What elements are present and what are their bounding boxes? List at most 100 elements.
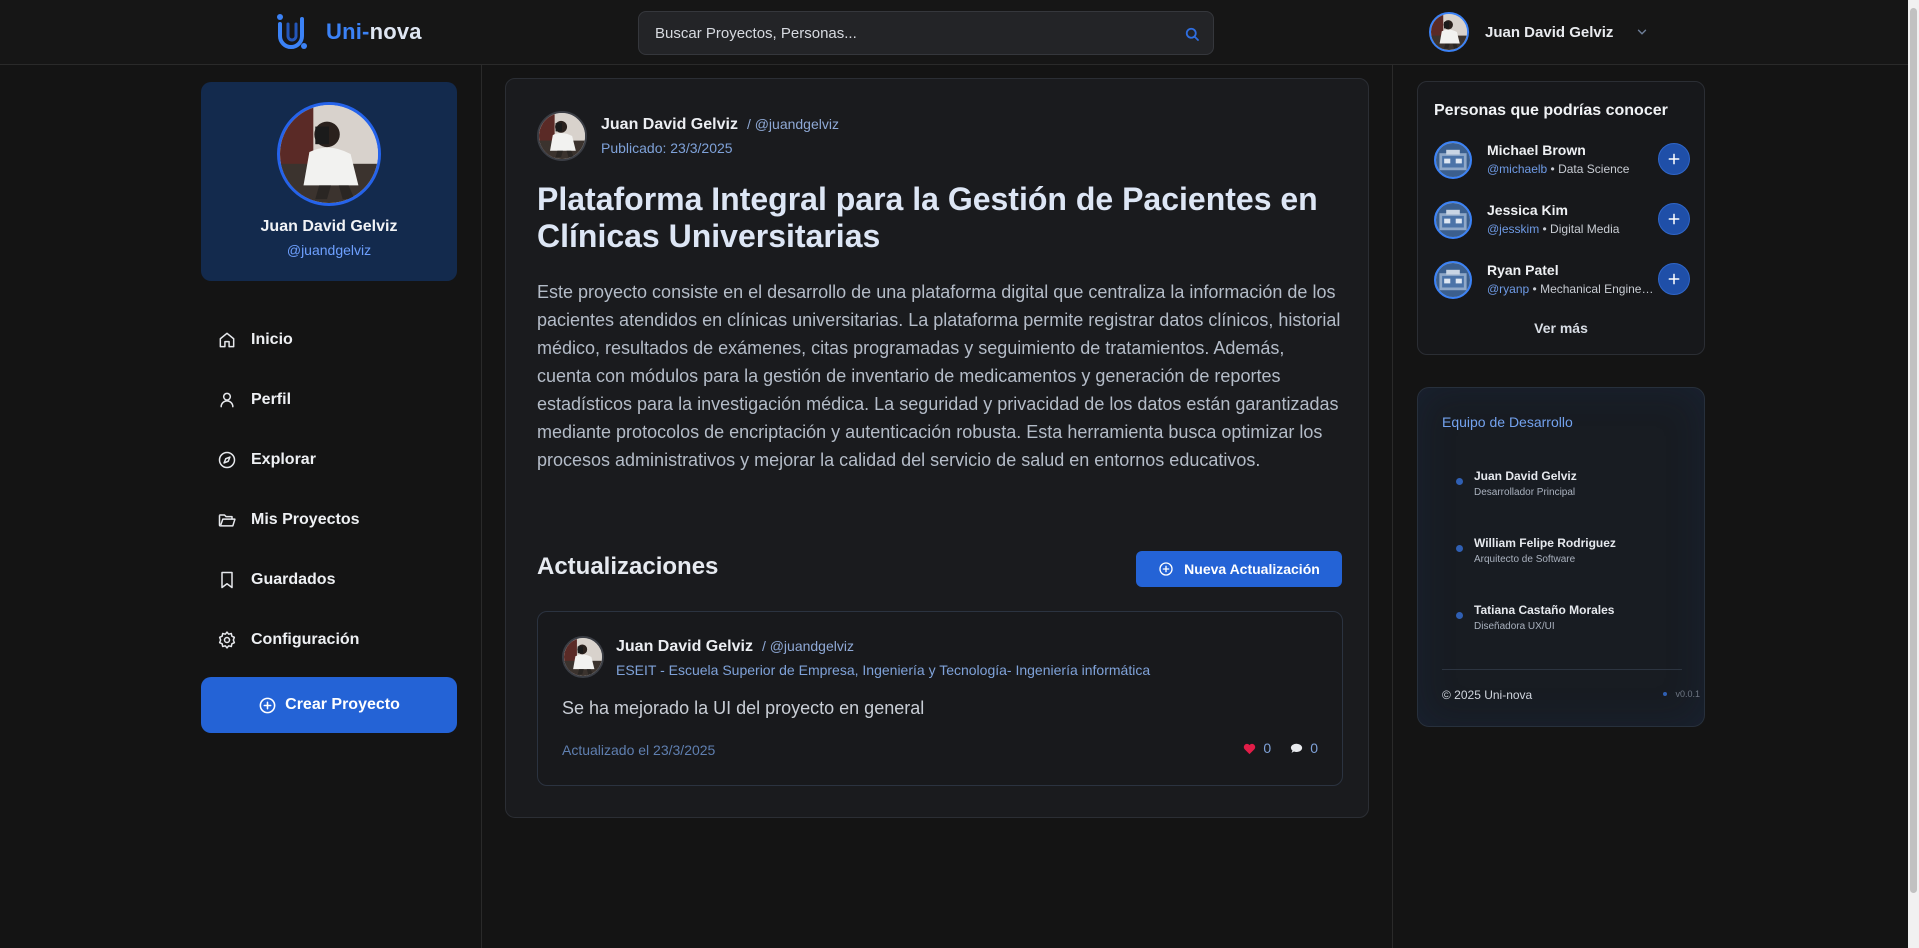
add-person-button[interactable] (1658, 263, 1690, 295)
sidebar-item-mis-proyectos[interactable]: Mis Proyectos (201, 490, 457, 550)
folder-icon (218, 514, 236, 527)
person-meta: @ryanp • Mechanical Engineering (1487, 282, 1657, 296)
home-icon (219, 332, 235, 348)
plus-circle-icon (1159, 562, 1173, 576)
member-role: Arquitecto de Software (1474, 554, 1576, 565)
member-dot (1456, 478, 1463, 485)
team-title: Equipo de Desarrollo (1442, 414, 1573, 430)
compass-icon (218, 451, 236, 469)
sidebar-item-configuracion[interactable]: Configuración (201, 610, 457, 670)
post-author-avatar[interactable] (537, 111, 587, 161)
suggestions-card: Personas que podrías conocer Michael Bro… (1417, 81, 1705, 355)
post-published-date: Publicado: 23/3/2025 (601, 140, 733, 156)
plus-circle-icon (259, 697, 276, 713)
profile-handle: @juandgelviz (286, 242, 372, 258)
person-name: Michael Brown (1487, 142, 1586, 158)
person-name: Jessica Kim (1487, 202, 1568, 218)
left-divider (481, 65, 482, 948)
member-role: Desarrollador Principal (1474, 487, 1576, 498)
person-avatar (1434, 201, 1472, 239)
new-update-button[interactable]: Nueva Actualización (1136, 551, 1342, 587)
page-scrollbar[interactable] (1908, 0, 1919, 948)
update-stats: 0 0 (1242, 740, 1318, 756)
top-header: Uni-nova Juan David Gelviz (0, 0, 1908, 65)
post-header: Juan David Gelviz / @juandgelviz Publica… (537, 111, 839, 161)
member-role: Diseñadora UX/UI (1474, 621, 1555, 632)
sidebar-item-label: Explorar (251, 451, 316, 468)
search-input[interactable] (639, 12, 1213, 54)
sidebar-item-explorar[interactable]: Explorar (201, 430, 457, 490)
update-content: Se ha mejorado la UI del proyecto en gen… (562, 698, 925, 718)
suggested-person[interactable]: Ryan Patel @ryanp • Mechanical Engineeri… (1434, 258, 1690, 302)
like-button[interactable]: 0 (1242, 740, 1271, 756)
bookmark-icon (221, 571, 233, 589)
update-institution: ESEIT - Escuela Superior de Empresa, Ing… (616, 662, 1151, 678)
profile-avatar (277, 102, 381, 206)
member-name: Tatiana Castaño Morales (1474, 603, 1615, 617)
profile-name: Juan David Gelviz (260, 218, 398, 235)
add-person-button[interactable] (1658, 143, 1690, 175)
create-project-button[interactable]: Crear Proyecto (201, 677, 457, 733)
comment-count: 0 (1310, 740, 1318, 756)
plus-icon (1668, 273, 1680, 285)
member-name: William Felipe Rodriguez (1474, 536, 1616, 550)
create-project-label: Crear Proyecto (285, 696, 400, 713)
profile-card[interactable]: Juan David Gelviz @juandgelviz (201, 82, 457, 281)
heart-icon (1244, 743, 1256, 754)
update-card: Juan David Gelviz / @juandgelviz ESEIT -… (537, 611, 1343, 786)
team-card: Equipo de Desarrollo Juan David Gelviz D… (1417, 387, 1705, 727)
person-meta: @jesskim • Digital Media (1487, 222, 1620, 236)
user-menu-name: Juan David Gelviz (1485, 23, 1614, 41)
brand-name: Uni-nova (326, 19, 422, 44)
comment-icon (1291, 743, 1303, 753)
updates-heading: Actualizaciones (537, 553, 719, 580)
scrollbar-thumb[interactable] (1910, 8, 1917, 893)
gear-icon (218, 631, 236, 649)
user-avatar (1429, 12, 1469, 52)
member-dot (1456, 545, 1463, 552)
right-divider (1392, 65, 1393, 948)
plus-icon (1668, 213, 1680, 225)
see-more-link[interactable]: Ver más (1418, 320, 1704, 336)
sidebar-item-perfil[interactable]: Perfil (201, 370, 457, 430)
member-dot (1456, 612, 1463, 619)
sidebar-item-inicio[interactable]: Inicio (201, 310, 457, 370)
search-bar (638, 11, 1214, 55)
person-meta: @michaelb • Data Science (1487, 162, 1630, 176)
project-post: Juan David Gelviz / @juandgelviz Publica… (505, 78, 1369, 818)
plus-icon (1668, 153, 1680, 165)
person-avatar (1434, 261, 1472, 299)
team-divider (1442, 669, 1682, 670)
user-menu[interactable]: Juan David Gelviz (1429, 12, 1649, 52)
update-author-name[interactable]: Juan David Gelviz (616, 638, 753, 656)
post-author-handle[interactable]: / @juandgelviz (747, 116, 839, 132)
sidebar-item-guardados[interactable]: Guardados (201, 550, 457, 610)
copyright-text: © 2025 Uni-nova (1442, 688, 1533, 702)
update-author-handle[interactable]: / @juandgelviz (762, 638, 854, 654)
logo-u-icon (277, 14, 307, 49)
update-header: Juan David Gelviz / @juandgelviz ESEIT -… (562, 636, 1150, 678)
version-dot (1663, 692, 1668, 696)
person-avatar (1434, 141, 1472, 179)
post-author-name[interactable]: Juan David Gelviz (601, 116, 738, 134)
like-count: 0 (1263, 740, 1272, 756)
new-update-label: Nueva Actualización (1184, 561, 1320, 577)
person-name: Ryan Patel (1487, 262, 1559, 278)
version-label: v0.0.1 (1663, 689, 1700, 699)
suggestions-title: Personas que podrías conocer (1434, 102, 1668, 119)
post-title: Plataforma Integral para la Gestión de P… (537, 181, 1318, 254)
add-person-button[interactable] (1658, 203, 1690, 235)
sidebar-item-label: Configuración (251, 631, 360, 648)
sidebar-item-label: Guardados (251, 571, 336, 588)
brand-logo[interactable]: Uni-nova (274, 12, 422, 52)
update-date: Actualizado el 23/3/2025 (562, 742, 716, 758)
comment-button[interactable]: 0 (1289, 740, 1318, 756)
chevron-down-icon[interactable] (1635, 25, 1649, 39)
suggested-person[interactable]: Michael Brown @michaelb • Data Science (1434, 138, 1690, 182)
update-author-avatar[interactable] (562, 636, 604, 678)
suggested-person[interactable]: Jessica Kim @jesskim • Digital Media (1434, 198, 1690, 242)
user-icon (220, 392, 234, 408)
sidebar-item-label: Inicio (251, 331, 293, 348)
search-icon[interactable] (1183, 25, 1201, 43)
sidebar-item-label: Mis Proyectos (251, 511, 360, 528)
